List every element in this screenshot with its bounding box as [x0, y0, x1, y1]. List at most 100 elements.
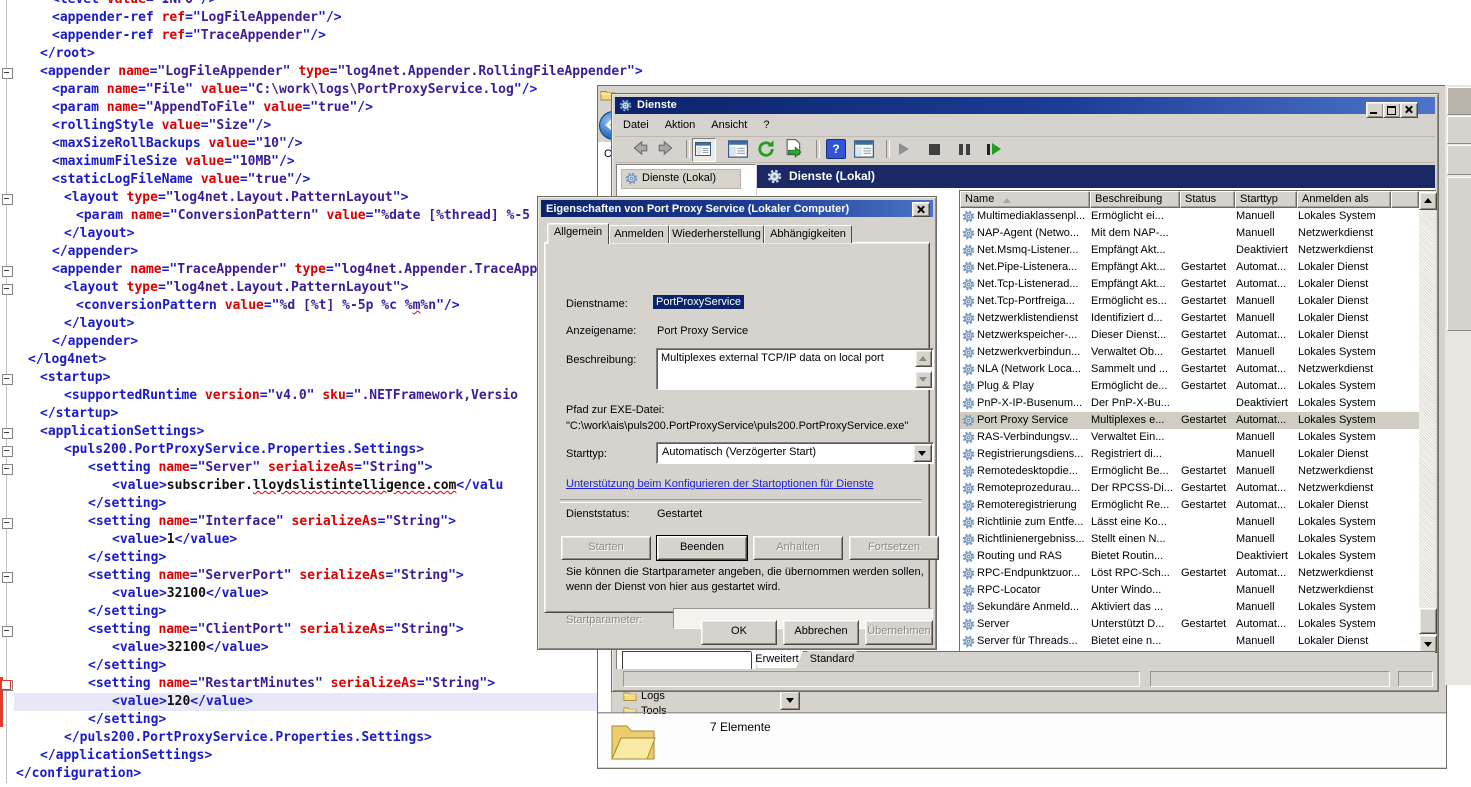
- start-service-icon[interactable]: [899, 143, 909, 155]
- editor-fold-gutter[interactable]: [0, 0, 14, 787]
- service-row[interactable]: Net.Tcp-Listenerad...Empfängt Akt...Gest…: [960, 276, 1419, 293]
- fold-marker-icon[interactable]: [2, 626, 13, 637]
- service-row[interactable]: ServerUnterstützt D...GestartetAutomat..…: [960, 616, 1419, 633]
- column-header-anmeldenals[interactable]: Anmelden als: [1297, 191, 1391, 208]
- menu-item-?[interactable]: ?: [755, 115, 777, 131]
- fold-marker-icon[interactable]: [2, 518, 13, 529]
- view-tab-standard[interactable]: Standard: [807, 651, 857, 668]
- service-row[interactable]: Registrierungsdiens...Registriert di...M…: [960, 446, 1419, 463]
- service-logon-as: Lokales System: [1298, 550, 1398, 562]
- column-header-status[interactable]: Status: [1180, 191, 1235, 208]
- dialog-titlebar[interactable]: Eigenschaften von Port Proxy Service (Lo…: [541, 200, 933, 217]
- export-list-icon[interactable]: [784, 139, 804, 159]
- stop-service-icon[interactable]: [929, 144, 940, 155]
- tree-item-dienste-lokal[interactable]: Dienste (Lokal): [621, 169, 741, 189]
- service-logon-as: Lokaler Dienst: [1298, 635, 1398, 647]
- column-header-starttyp[interactable]: Starttyp: [1235, 191, 1297, 208]
- abbrechen-button[interactable]: Abbrechen: [783, 620, 859, 645]
- service-row[interactable]: Plug & PlayErmöglicht de...GestartetAuto…: [960, 378, 1419, 395]
- fold-marker-icon[interactable]: [2, 68, 13, 79]
- menu-item-datei[interactable]: Datei: [615, 115, 657, 131]
- menu-item-ansicht[interactable]: Ansicht: [703, 115, 755, 131]
- tab-allgemein[interactable]: Allgemein: [547, 223, 609, 244]
- service-row[interactable]: Sekundäre Anmeld...Aktiviert das ...Manu…: [960, 599, 1419, 616]
- combo-dropdown-button[interactable]: [913, 444, 932, 462]
- service-row[interactable]: Server für Threads...Bietet eine n...Man…: [960, 633, 1419, 650]
- fold-marker-icon[interactable]: [2, 284, 13, 295]
- tab-anmelden[interactable]: Anmelden: [609, 225, 669, 243]
- service-row[interactable]: Multimediaklassenpl...Ermöglicht ei...Ma…: [960, 208, 1419, 225]
- column-header-name[interactable]: Name: [960, 191, 1090, 208]
- service-starttype: Manuell: [1236, 635, 1295, 647]
- service-row[interactable]: RemoteregistrierungErmöglicht Re...Gesta…: [960, 497, 1419, 514]
- explorer-combo-dropdown[interactable]: [780, 691, 800, 710]
- service-logon-as: Lokales System: [1298, 601, 1398, 613]
- services-window-titlebar[interactable]: Dienste: [615, 97, 1435, 114]
- tab-wiederherstellung[interactable]: Wiederherstellung: [669, 225, 764, 243]
- ok-button[interactable]: OK: [701, 620, 777, 645]
- show-console-tree-icon[interactable]: [692, 138, 716, 162]
- service-description: Sammelt und ...: [1091, 363, 1178, 375]
- starten-button[interactable]: Starten: [561, 536, 651, 560]
- scroll-up-button[interactable]: [1419, 192, 1437, 210]
- uebernehmen-button[interactable]: Übernehmen: [865, 620, 933, 645]
- fold-marker-icon[interactable]: [2, 428, 13, 439]
- service-row[interactable]: Net.Pipe-Listenera...Empfängt Akt...Gest…: [960, 259, 1419, 276]
- beschreibung-textbox[interactable]: Multiplexes external TCP/IP data on loca…: [656, 348, 934, 390]
- dienstname-value[interactable]: PortProxyService: [653, 295, 744, 309]
- fold-marker-icon[interactable]: [2, 374, 13, 385]
- fold-marker-icon[interactable]: [2, 446, 13, 457]
- service-row[interactable]: Remotedesktopdie...Ermöglicht Be...Gesta…: [960, 463, 1419, 480]
- forward-icon[interactable]: [657, 139, 675, 157]
- properties-icon[interactable]: [728, 139, 748, 159]
- service-row[interactable]: Port Proxy ServiceMultiplexes e...Gestar…: [960, 412, 1419, 429]
- code-line: <puls200.PortProxyService.Properties.Set…: [14, 441, 597, 459]
- menu-item-aktion[interactable]: Aktion: [657, 115, 704, 131]
- fold-marker-icon[interactable]: [2, 266, 13, 277]
- restart-service-icon[interactable]: [987, 144, 990, 155]
- service-row[interactable]: Routing und RASBietet Routin...Deaktivie…: [960, 548, 1419, 565]
- service-row[interactable]: NLA (Network Loca...Sammelt und ...Gesta…: [960, 361, 1419, 378]
- service-status: Gestartet: [1181, 618, 1233, 630]
- vertical-scrollbar[interactable]: [1419, 191, 1436, 652]
- services-list[interactable]: NameBeschreibungStatusStarttypAnmelden a…: [959, 190, 1436, 652]
- service-row[interactable]: RPC-LocatorUnter Windo...ManuellNetzwerk…: [960, 582, 1419, 599]
- beenden-button[interactable]: Beenden: [657, 536, 747, 560]
- refresh-icon[interactable]: [756, 139, 776, 159]
- fortsetzen-button[interactable]: Fortsetzen: [849, 536, 939, 560]
- service-row[interactable]: Net.Msmq-Listener...Empfängt Akt...Deakt…: [960, 242, 1419, 259]
- service-row[interactable]: RAS-Verbindungsv...Verwaltet Ein...Manue…: [960, 429, 1419, 446]
- tab-abhängigkeiten[interactable]: Abhängigkeiten: [764, 225, 852, 243]
- service-row[interactable]: Remoteprozedurau...Der RPCSS-Di...Gestar…: [960, 480, 1419, 497]
- service-row[interactable]: Richtlinienergebniss...Stellt einen N...…: [960, 531, 1419, 548]
- column-header-beschreibung[interactable]: Beschreibung: [1090, 191, 1180, 208]
- fold-marker-icon[interactable]: [2, 464, 13, 475]
- service-row[interactable]: RPC-Endpunktzuor...Löst RPC-Sch...Gestar…: [960, 565, 1419, 582]
- scroll-down-button[interactable]: [915, 371, 932, 388]
- service-row[interactable]: Net.Tcp-Portfreiga...Ermöglicht es...Ges…: [960, 293, 1419, 310]
- starttyp-combobox[interactable]: Automatisch (Verzögerter Start): [656, 442, 934, 464]
- fold-marker-icon[interactable]: [2, 194, 13, 205]
- code-line: <startup>: [14, 369, 597, 387]
- back-icon[interactable]: [631, 139, 649, 157]
- help-icon[interactable]: ?: [826, 139, 846, 159]
- service-row[interactable]: PnP-X-IP-Busenum...Der PnP-X-Bu...Deakti…: [960, 395, 1419, 412]
- scroll-up-button[interactable]: [915, 350, 932, 367]
- show-hide-tree-icon[interactable]: [854, 139, 874, 159]
- close-icon[interactable]: [912, 202, 930, 217]
- service-row[interactable]: NetzwerklistendienstIdentifiziert d...Ge…: [960, 310, 1419, 327]
- scrollbar-thumb[interactable]: [1419, 608, 1437, 634]
- service-row[interactable]: Richtlinie zum Entfe...Lässt eine Ko...M…: [960, 514, 1419, 531]
- service-row[interactable]: NAP-Agent (Netwo...Mit dem NAP-...Manuel…: [960, 225, 1419, 242]
- service-row[interactable]: Netzwerkverbindun...Verwaltet Ob...Gesta…: [960, 344, 1419, 361]
- fold-marker-icon[interactable]: [2, 572, 13, 583]
- startoptionen-help-link[interactable]: Unterstützung beim Konfigurieren der Sta…: [566, 478, 874, 490]
- service-description: Ermöglicht de...: [1091, 380, 1178, 392]
- service-starttype: Manuell: [1236, 448, 1295, 460]
- code-line: </layout>: [14, 225, 597, 243]
- view-tab-erweitert[interactable]: Erweitert: [751, 651, 803, 668]
- service-gear-icon: [962, 601, 975, 614]
- service-row[interactable]: Netzwerkspeicher-...Dieser Dienst...Gest…: [960, 327, 1419, 344]
- anhalten-button[interactable]: Anhalten: [753, 536, 843, 560]
- pause-service-icon[interactable]: [959, 144, 970, 155]
